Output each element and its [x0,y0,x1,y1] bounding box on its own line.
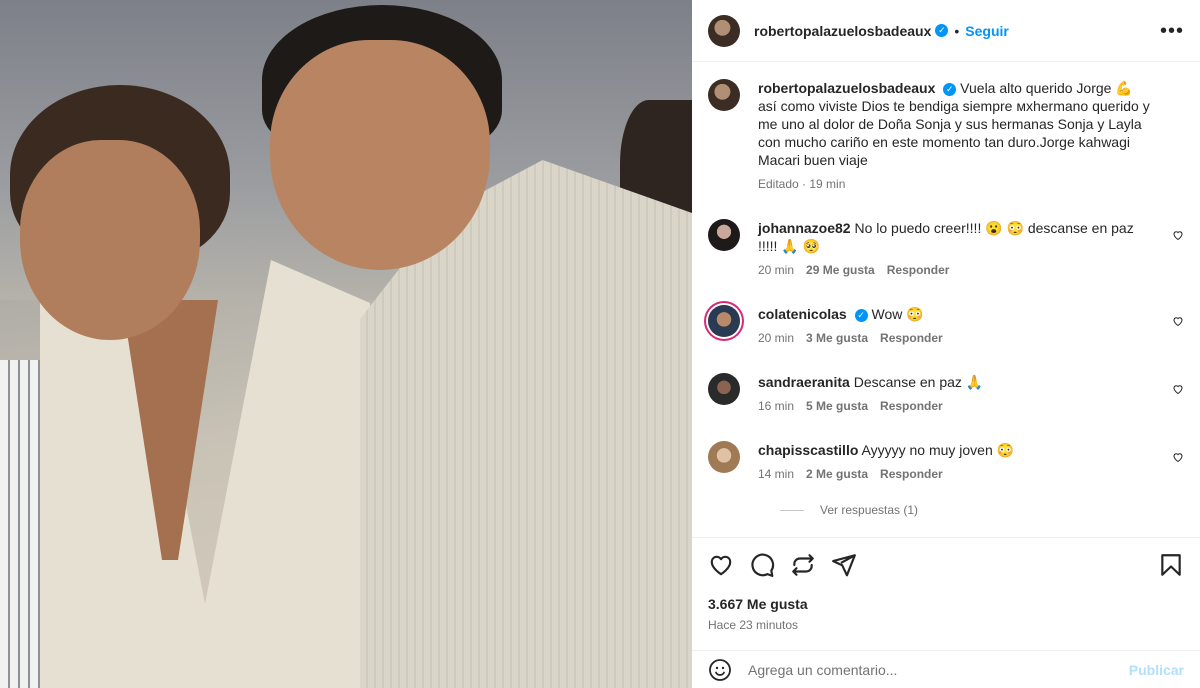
replies-divider [780,509,804,511]
verified-icon: ✓ [935,24,949,37]
reply-button[interactable]: Responder [880,399,943,413]
list-item: johannazoe82 No lo puedo creer!!!! 😮 😳 d… [708,219,1184,277]
comment-likes[interactable]: 2 Me gusta [806,467,868,481]
heart-icon[interactable] [1172,383,1184,395]
send-icon[interactable] [831,552,857,578]
caption-meta: Editado · 19 min [758,177,846,191]
caption-text: robertopalazuelosbadeaux ✓ Vuela alto qu… [758,79,1154,169]
comment-text: Descanse en paz 🙏 [853,374,984,390]
commenter-avatar[interactable] [708,219,740,251]
comment-text: Ayyyyy no muy joven 😳 [861,442,1015,458]
heart-icon[interactable] [1172,315,1184,327]
heart-icon[interactable] [708,552,734,578]
verified-icon: ✓ [854,308,868,322]
author-username[interactable]: robertopalazuelosbadeaux [754,23,931,39]
action-bar: 3.667 Me gusta Hace 23 minutos [692,537,1200,632]
verified-icon: ✓ [943,82,957,96]
caption-username[interactable]: robertopalazuelosbadeaux [758,80,935,96]
view-replies-label: Ver respuestas (1) [820,503,919,517]
heart-icon[interactable] [1172,451,1184,463]
commenter-avatar[interactable] [708,373,740,405]
comment-time: 20 min [758,263,795,277]
heart-icon[interactable] [1172,229,1184,241]
comment-time: 16 min [758,399,795,413]
commenter-avatar[interactable] [708,305,740,337]
caption-avatar[interactable] [708,79,740,111]
comment-text: Wow 😳 [871,306,924,322]
caption: robertopalazuelosbadeaux ✓ Vuela alto qu… [708,79,1184,191]
more-icon[interactable]: ••• [1160,21,1184,41]
comment-username[interactable]: colatenicolas [758,306,847,322]
comments-list[interactable]: robertopalazuelosbadeaux ✓ Vuela alto qu… [692,63,1200,537]
photo-right-man-face [270,40,490,270]
comment-composer: Publicar [692,650,1200,688]
photo-left-man-face [20,140,200,340]
comment-input[interactable] [748,661,1129,678]
list-item: chapisscastillo Ayyyyy no muy joven 😳 14… [708,441,1184,481]
post-photo[interactable] [0,0,692,688]
comment-username[interactable]: johannazoe82 [758,220,851,236]
reply-button[interactable]: Responder [880,331,943,345]
reply-button[interactable]: Responder [880,467,943,481]
likes-count[interactable]: 3.667 Me gusta [708,596,1184,612]
posted-time: Hace 23 minutos [708,618,799,632]
separator-dot: • [954,22,960,39]
list-item: sandraeranita Descanse en paz 🙏 16 min 5… [708,373,1184,413]
post-side-panel: robertopalazuelosbadeaux ✓ • Seguir ••• … [692,0,1200,688]
comment-likes[interactable]: 5 Me gusta [806,399,868,413]
comment-likes[interactable]: 3 Me gusta [806,331,868,345]
emoji-icon[interactable] [708,658,732,682]
view-replies-button[interactable]: Ver respuestas (1) [780,503,1184,517]
author-avatar[interactable] [708,14,740,47]
comment-likes[interactable]: 29 Me gusta [806,263,875,277]
list-item: colatenicolas ✓ Wow 😳 20 min 3 Me gusta … [708,305,1184,345]
share-icon[interactable] [790,552,816,578]
post-header: robertopalazuelosbadeaux ✓ • Seguir ••• [692,0,1200,62]
follow-button[interactable]: Seguir [965,23,1009,39]
comment-time: 14 min [758,467,795,481]
comment-username[interactable]: chapisscastillo [758,442,858,458]
comment-icon[interactable] [749,552,775,578]
publish-button[interactable]: Publicar [1129,662,1184,678]
comment-time: 20 min [758,331,795,345]
commenter-avatar[interactable] [708,441,740,473]
comment-username[interactable]: sandraeranita [758,374,850,390]
reply-button[interactable]: Responder [887,263,950,277]
bookmark-icon[interactable] [1158,552,1184,578]
